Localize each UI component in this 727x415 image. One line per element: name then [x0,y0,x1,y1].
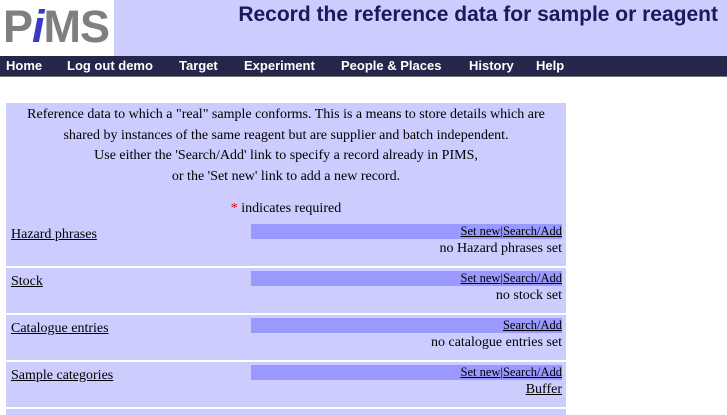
sample-categories-label[interactable]: Sample categories [11,368,113,384]
stock-set-new-link[interactable]: Set new [461,271,501,285]
row-hazard-phrases: Hazard phrases Set new|Search/Add no Haz… [6,224,566,269]
intro-line: Reference data to which a "real" sample … [27,107,545,122]
required-text: indicates required [237,201,342,216]
catalogue-entries-value: no catalogue entries set [430,335,562,350]
hazard-phrases-search-add-link[interactable]: Search/Add [503,224,562,238]
sample-categories-set-new-link[interactable]: Set new [461,365,501,379]
sample-categories-links: Set new|Search/Add [460,365,562,379]
required-star: * [230,201,238,216]
intro-line: shared by instances of the same reagent … [63,127,509,143]
hazard-phrases-set-new-link[interactable]: Set new [461,224,501,238]
row-divider [6,313,566,315]
nav-history[interactable]: History [469,58,514,73]
row-divider [6,407,566,409]
hazard-phrases-label[interactable]: Hazard phrases [11,227,97,243]
row-divider [6,360,566,362]
required-note: * indicates required [6,201,566,217]
pims-logo-text: PiMS [3,1,110,52]
page-title: Record the reference data for sample or … [238,3,718,26]
nav-home[interactable]: Home [6,58,42,73]
page-header: PiMS Record the reference data for sampl… [0,0,727,56]
catalogue-entries-search-add-link[interactable]: Search/Add [503,318,562,332]
intro-line: or the 'Set new' link to add a new recor… [171,168,401,184]
row-stock: Stock Set new|Search/Add no stock set [6,271,566,316]
nav-logout[interactable]: Log out demo [67,58,153,73]
stock-search-add-link[interactable]: Search/Add [503,271,562,285]
hazard-phrases-links: Set new|Search/Add [460,224,562,238]
nav-experiment[interactable]: Experiment [244,58,315,73]
catalogue-entries-links: Search/Add [503,318,562,333]
intro-line: Use either the 'Search/Add' link to spec… [94,148,478,163]
row-divider [6,266,566,268]
hazard-phrases-value: no Hazard phrases set [439,241,562,256]
pims-logo[interactable]: PiMS [0,0,114,56]
intro-text: Reference data to which a "real" sample … [6,105,566,187]
catalogue-entries-label[interactable]: Catalogue entries [11,321,109,337]
nav-people-places[interactable]: People & Places [341,58,441,73]
reference-data-panel: Reference data to which a "real" sample … [6,103,566,415]
row-catalogue-entries: Catalogue entries Search/Add no catalogu… [6,318,566,363]
nav-target[interactable]: Target [179,58,218,73]
stock-label[interactable]: Stock [11,274,43,290]
nav-help[interactable]: Help [536,58,564,73]
sample-categories-value-link[interactable]: Buffer [526,382,562,398]
sample-categories-search-add-link[interactable]: Search/Add [503,365,562,379]
row-sample-categories: Sample categories Set new|Search/Add Buf… [6,365,566,410]
main-nav: Home Log out demo Target Experiment Peop… [0,56,727,77]
stock-value: no stock set [495,288,562,303]
stock-links: Set new|Search/Add [460,271,562,285]
